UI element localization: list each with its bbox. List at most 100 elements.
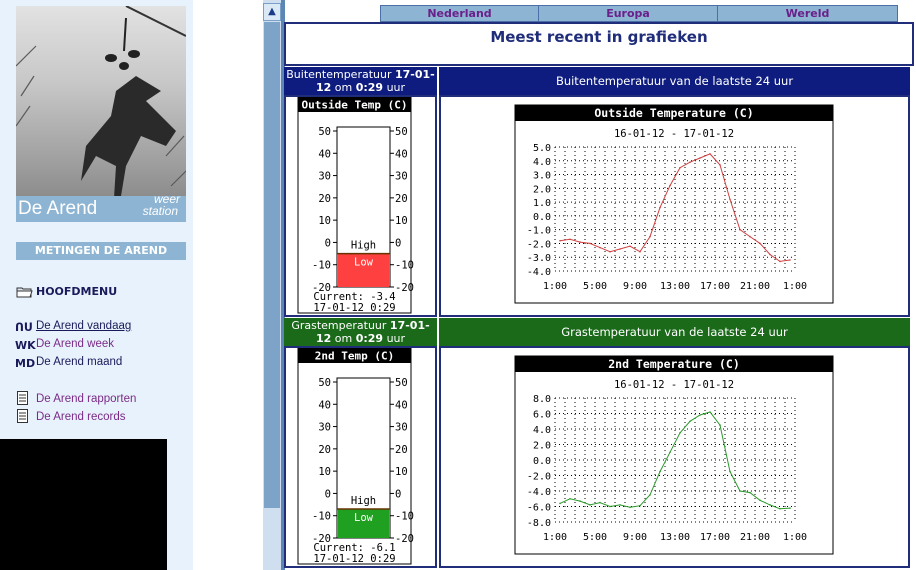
chart-data-point [569, 238, 571, 241]
gauge-tick-label-left: 0 [325, 488, 331, 500]
gauge-tick-label-right: 30 [395, 171, 408, 183]
chart-data-point [679, 432, 681, 434]
chart-y-tick-label: 0.0 [533, 212, 551, 223]
chart-y-tick-label: 3.0 [533, 171, 551, 182]
gauge-high-label: High [351, 240, 376, 252]
chart-data-point [669, 451, 671, 454]
scroll-up-button[interactable]: ▲ [263, 3, 281, 21]
chart-x-tick-label: 1:00 [783, 281, 807, 292]
gauge-tick-label-right: 10 [395, 466, 408, 478]
grass-temp-head-label: Grastemperatuur [291, 319, 390, 332]
vertical-scrollbar[interactable]: ▲ [263, 0, 281, 570]
chart-data-point [559, 239, 561, 242]
gauge-tick-label-left: 20 [318, 444, 331, 456]
gauge-tick-label-right: 50 [395, 377, 408, 389]
grass-temp-head-right: Grastemperatuur van de laatste 24 uur [439, 318, 910, 346]
chart-data-point [719, 164, 721, 166]
logo-caption: De Arend weer station [16, 193, 186, 222]
chart-data-point [569, 498, 571, 500]
gauge-tick-label-left: 30 [318, 422, 331, 434]
chart-data-point [619, 504, 621, 506]
tab-wereld[interactable]: Wereld [718, 6, 897, 21]
chart-y-tick-label: 4.0 [533, 425, 551, 436]
link-de-arend-rapporten[interactable]: De Arend rapporten [36, 393, 136, 405]
gauge-tick-label-left: 50 [318, 126, 331, 138]
grass-temp-head-om: om [331, 332, 356, 345]
grass-temp-chart: 2nd Temperature (C) 16-01-12 - 17-01-12 8.… [514, 355, 834, 555]
chart-data-point [619, 248, 621, 250]
chart-data-point [659, 206, 661, 209]
chart-data-point [589, 242, 591, 245]
gauge-tick-label-right: 20 [395, 193, 408, 205]
station-logo: De Arend weer station [16, 6, 186, 222]
chart-y-tick-label: -6.0 [527, 503, 551, 514]
tab-europa[interactable]: Europa [539, 6, 717, 21]
chart-data-point [759, 242, 761, 245]
chart-data-point [769, 504, 771, 506]
chart-data-point [749, 491, 751, 494]
chart-data-point [649, 494, 651, 496]
gauge-tick-label-right: 20 [395, 444, 408, 456]
tab-nederland[interactable]: Nederland [381, 6, 538, 21]
chart-y-tick-label: 8.0 [533, 394, 551, 405]
outside-temp-chart: Outside Temperature (C) 16-01-12 - 17-01-… [514, 104, 834, 304]
gauge-tick-label-right: 30 [395, 422, 408, 434]
gauge-tick-label-left: 30 [318, 171, 331, 183]
chart-x-tick-label: 1:00 [783, 532, 807, 543]
main-menu-link[interactable]: HOOFDMENU [36, 285, 117, 298]
grass-temp-head-left: Grastemperatuur 17-01-12 om 0:29 uur [284, 318, 437, 347]
chart-data-point [669, 184, 671, 187]
outside-temp-head-time: 0:29 [355, 81, 384, 94]
outside-temp-chart-panel: Outside Temperature (C) 16-01-12 - 17-01-… [439, 95, 910, 317]
chart-x-tick-label: 5:00 [583, 281, 607, 292]
chart-x-tick-label: 17:00 [700, 532, 730, 543]
chart-y-tick-label: 1.0 [533, 198, 551, 209]
region-tabs: Nederland Europa Wereld [380, 5, 898, 22]
link-de-arend-vandaag[interactable]: De Arend vandaag [36, 320, 131, 332]
section-label: METINGEN DE AREND [16, 242, 186, 260]
chart-data-point [589, 504, 591, 506]
link-de-arend-records[interactable]: De Arend records [36, 411, 126, 423]
day-icon: ᑎᑌ [15, 321, 33, 334]
chart-data-point [709, 153, 711, 155]
gauge-timestamp: 17-01-12 0:29 [313, 302, 395, 314]
chart-data-point [709, 411, 711, 413]
gauge-tick-label-left: 40 [318, 148, 331, 160]
chart-title: 2nd Temperature (C) [608, 357, 740, 371]
link-de-arend-week[interactable]: De Arend week [36, 338, 114, 350]
outside-temp-head-left: Buitentemperatuur 17-01-12 om 0:29 uur [284, 67, 437, 96]
chart-data-point [649, 235, 651, 238]
main-content: Nederland Europa Wereld Meest recent in … [284, 0, 914, 570]
gauge-tick-label-left: 0 [325, 237, 331, 249]
gauge-tick-label-left: 10 [318, 466, 331, 478]
gauge-tick-label-right: 10 [395, 215, 408, 227]
logo-subtitle-bottom: station [142, 204, 178, 218]
chart-data-point [729, 198, 731, 201]
chart-data-point [609, 250, 611, 253]
page-title: Meest recent in grafieken [490, 28, 708, 46]
blank-area [0, 439, 167, 570]
gauge-tick-label-right: 0 [395, 488, 401, 500]
chart-data-point [639, 250, 641, 253]
link-de-arend-maand[interactable]: De Arend maand [36, 356, 122, 368]
grass-temp-gauge-panel: 2nd Temp (C) 50 50 40 40 30 30 20 20 10 10 0 0 -10 -10… [284, 346, 437, 568]
gauge-high-label: High [351, 495, 376, 507]
chart-x-tick-label: 21:00 [740, 532, 770, 543]
gauge-title: 2nd Temp (C) [315, 350, 394, 363]
chart-data-point [789, 507, 791, 509]
chart-y-tick-label: -8.0 [527, 518, 551, 529]
scroll-thumb[interactable] [264, 22, 280, 508]
month-icon: MD [15, 357, 36, 370]
chart-y-tick-label: -4.0 [527, 267, 551, 278]
grass-temp-head-uur: uur [383, 332, 406, 345]
chart-x-tick-label: 13:00 [660, 532, 690, 543]
chart-y-tick-label: -2.0 [527, 239, 551, 250]
title-box: Meest recent in grafieken [284, 22, 914, 66]
chart-data-point [759, 499, 761, 502]
outside-temp-head-om: om [331, 81, 356, 94]
chart-y-tick-label: -2.0 [527, 472, 551, 483]
gauge-tick-label-right: -10 [395, 260, 414, 272]
sidebar: De Arend weer station METINGEN DE AREND … [0, 0, 193, 570]
chart-data-point [699, 414, 701, 416]
outside-temp-gauge-panel: Outside Temp (C) 50 50 40 40 30 30 20 20 10 10 0 0 -1… [284, 95, 437, 317]
